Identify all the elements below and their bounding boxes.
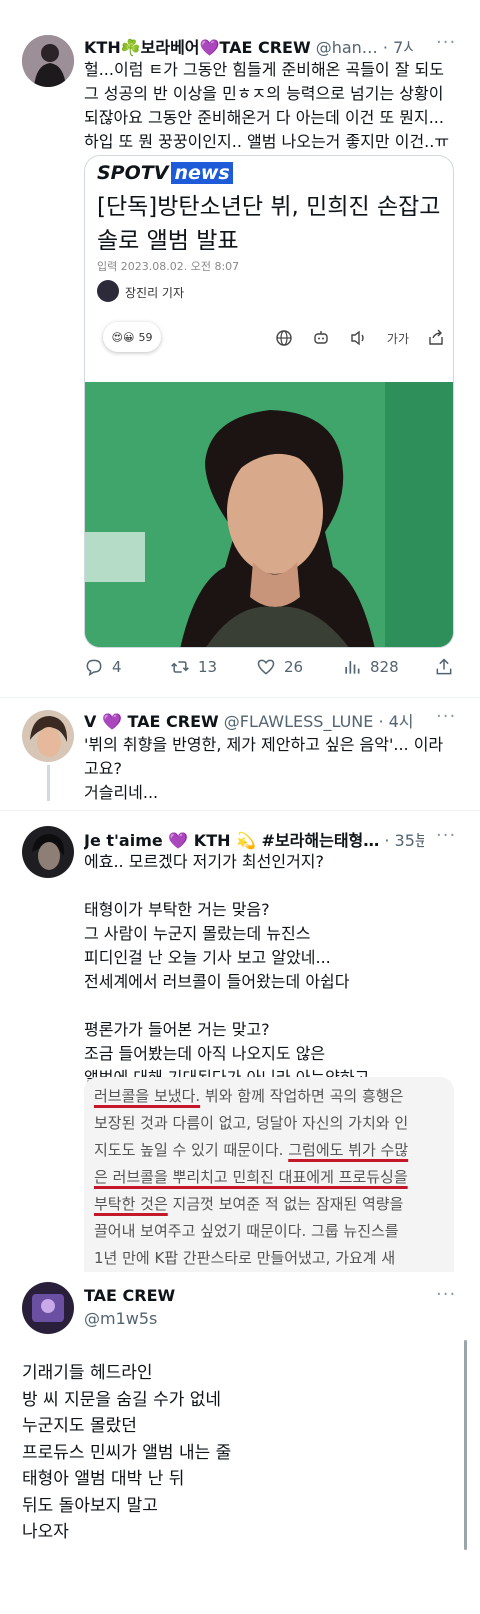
excerpt-text: 지금껏 보여준 적 없는 잠재된 역량을 xyxy=(167,1195,404,1213)
avatar-image xyxy=(22,1282,74,1334)
divider xyxy=(0,697,480,698)
tweet-text: 기래기들 헤드라인 방 씨 지문을 숨길 수가 없네 누군지도 몰랐던 프로듀스… xyxy=(22,1363,232,1542)
article-toolbar: 가가 xyxy=(275,328,445,348)
photo-illustration xyxy=(85,382,453,647)
thread-connector xyxy=(47,765,50,801)
avatar[interactable] xyxy=(22,826,74,878)
reply-button[interactable]: 4 xyxy=(84,657,122,677)
like-button[interactable]: 26 xyxy=(256,657,303,677)
tweet-text: '뷔의 취향을 반영한, 제가 제안하고 싶은 음악'... 이라 고요? 거슬… xyxy=(84,735,444,802)
avatar[interactable] xyxy=(22,1282,74,1334)
user-handle[interactable]: @FLAWLESS_LUNE xyxy=(224,712,374,731)
display-name[interactable]: KTH☘️보라베어💜TAE CREW xyxy=(84,38,311,57)
article-card[interactable]: SPOTV news [단독]방탄소년단 뷔, 민희진 손잡고 솔로 앨범 발표 … xyxy=(84,155,454,648)
logo-part-news: news xyxy=(171,162,233,184)
font-size-button[interactable]: 가가 xyxy=(387,330,409,347)
share-icon xyxy=(436,658,452,675)
excerpt-line: 러브콜을 보냈다. 뷔와 함께 작업하면 곡의 흥행은 xyxy=(94,1083,444,1110)
news-logo: SPOTV news xyxy=(97,162,233,184)
timestamp[interactable]: · 7시 xyxy=(383,38,414,57)
emoji-icon: 😍😀 xyxy=(111,330,135,344)
timestamp[interactable]: · 4시 xyxy=(378,712,413,731)
retweet-button[interactable]: 13 xyxy=(170,657,217,677)
highlighted-text: 그럼에도 뷔가 수많 xyxy=(288,1141,409,1159)
reaction-count: 59 xyxy=(138,330,153,344)
view-count: 828 xyxy=(370,658,399,676)
excerpt-line: 은 러브콜을 뿌리치고 민희진 대표에게 프로듀싱을 xyxy=(94,1164,444,1191)
user-handle[interactable]: @han… xyxy=(316,38,378,57)
speaker-icon[interactable] xyxy=(349,329,369,347)
reply-icon xyxy=(86,659,102,677)
more-icon[interactable]: ··· xyxy=(436,32,456,53)
logo-part-spo: SPO xyxy=(97,162,141,184)
divider xyxy=(0,810,480,811)
more-icon[interactable]: ··· xyxy=(436,706,456,727)
share-button[interactable] xyxy=(434,657,454,677)
like-count: 26 xyxy=(284,658,304,676)
highlighted-text: 부탁한 것은 xyxy=(94,1195,168,1213)
excerpt-line: 1년 만에 K팝 간판스타로 만들어냈고, 가요계 새 xyxy=(94,1249,396,1267)
article-photo[interactable] xyxy=(85,382,453,647)
excerpt-line: 지도도 높일 수 있기 때문이다. 그럼에도 뷔가 수많 xyxy=(94,1137,444,1164)
highlighted-text: 은 러브콜을 뿌리치고 민희진 대표에게 프로듀싱을 xyxy=(94,1168,408,1186)
tweet-header: V 💜 TAE CREW @FLAWLESS_LUNE · 4시 xyxy=(84,708,424,732)
reply-count: 4 xyxy=(112,658,122,676)
reaction-button[interactable]: 😍😀 59 xyxy=(103,322,161,352)
more-icon[interactable]: ··· xyxy=(436,825,456,846)
display-name[interactable]: TAE CREW xyxy=(84,1286,175,1305)
avatar-image xyxy=(22,35,74,87)
tweet-text: 에효.. 모르겠다 저기가 최선인거지? 태형이가 부탁한 거는 맞음? 그 사… xyxy=(84,852,369,1087)
reporter-avatar xyxy=(97,280,119,302)
excerpt-line: 보장된 것과 다름이 없고, 덩달아 자신의 가치와 인 xyxy=(94,1114,409,1132)
reporter-name[interactable]: 장진리 기자 xyxy=(125,284,184,301)
retweet-icon xyxy=(171,661,189,673)
article-headline[interactable]: [단독]방탄소년단 뷔, 민희진 손잡고 솔로 앨범 발표 xyxy=(97,190,442,258)
display-name[interactable]: V 💜 TAE CREW xyxy=(84,712,219,731)
robot-icon[interactable] xyxy=(311,328,331,348)
avatar-image xyxy=(22,710,74,762)
scrollbar[interactable] xyxy=(464,1340,467,1550)
highlighted-text: 러브콜을 보냈다. xyxy=(94,1087,201,1105)
excerpt-line: 끌어내 보여주고 싶었기 때문이다. 그룹 뉴진스를 xyxy=(94,1222,399,1240)
like-icon xyxy=(257,659,275,675)
avatar[interactable] xyxy=(22,710,74,762)
divider xyxy=(0,1272,480,1274)
logo-part-tv: TV xyxy=(140,162,169,184)
excerpt-text: 뷔와 함께 작업하면 곡의 흥행은 xyxy=(200,1087,404,1105)
share-out-icon[interactable] xyxy=(427,329,445,347)
views-button[interactable]: 828 xyxy=(342,657,399,677)
tweet-header: KTH☘️보라베어💜TAE CREW @han… · 7시 xyxy=(84,34,414,58)
article-date: 입력 2023.08.02. 오전 8:07 xyxy=(97,260,240,273)
avatar[interactable] xyxy=(22,35,74,87)
globe-icon[interactable] xyxy=(275,329,293,347)
timestamp[interactable]: · 35분 xyxy=(384,831,424,850)
display-name[interactable]: Je t'aime 💜 KTH 💫 #보라해는태형… xyxy=(84,831,379,850)
retweet-count: 13 xyxy=(198,658,218,676)
excerpt-line: 부탁한 것은 지금껏 보여준 적 없는 잠재된 역량을 xyxy=(94,1191,444,1218)
excerpt-text: 지도도 높일 수 있기 때문이다. xyxy=(94,1141,289,1159)
more-icon[interactable]: ··· xyxy=(436,1284,456,1305)
tweet-header: Je t'aime 💜 KTH 💫 #보라해는태형… · 35분 xyxy=(84,827,424,851)
views-icon xyxy=(345,661,360,674)
tweet-text: 헐...이럼 ㅌ가 그동안 힘들게 준비해온 곡들이 잘 되도 그 성공의 반 … xyxy=(84,60,450,151)
avatar-image xyxy=(22,826,74,878)
excerpt-image[interactable]: 러브콜을 보냈다. 뷔와 함께 작업하면 곡의 흥행은 보장된 것과 다름이 없… xyxy=(84,1077,454,1272)
user-handle[interactable]: @m1w5s xyxy=(84,1309,157,1328)
